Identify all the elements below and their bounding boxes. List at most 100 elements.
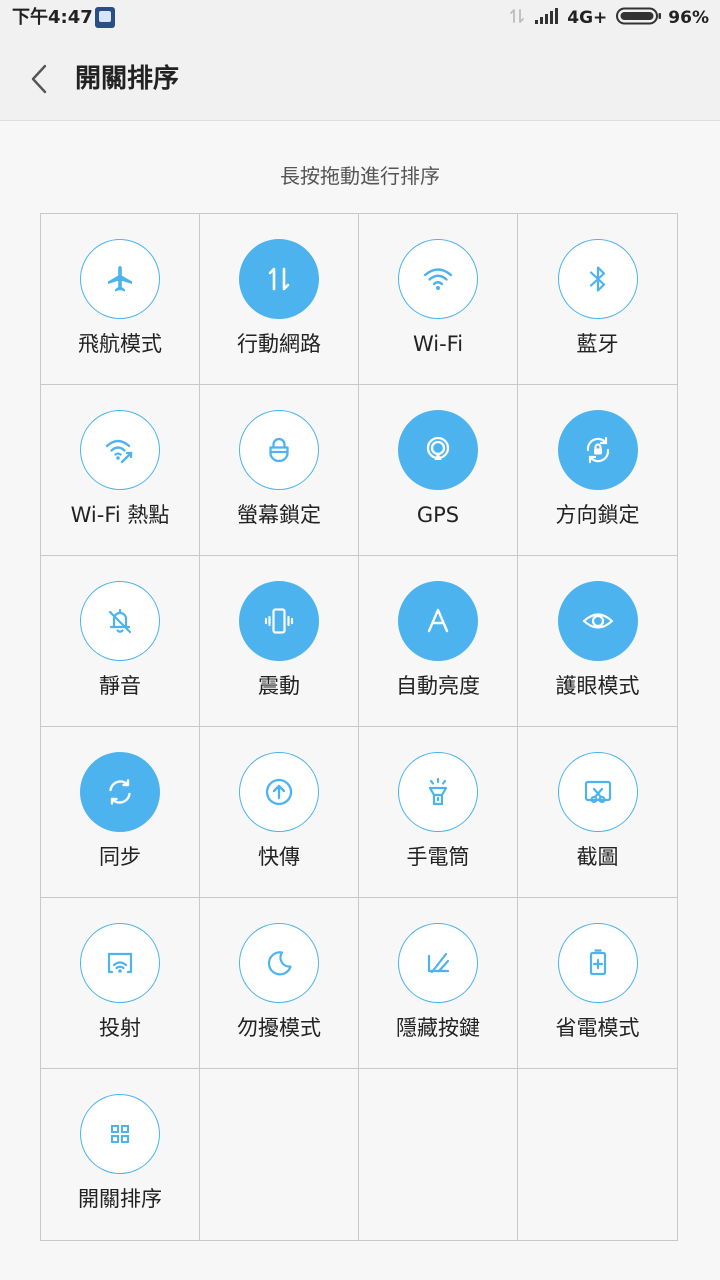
toggle-label: 投射: [99, 1016, 141, 1040]
toggle-silent-button[interactable]: [80, 581, 160, 661]
hide-keys-icon: [427, 952, 450, 974]
page-title: 開關排序: [75, 64, 180, 94]
gps-icon: [426, 436, 450, 460]
toggle-vibrate-button[interactable]: [239, 581, 319, 661]
hotspot-icon: [105, 439, 133, 464]
toggle-gps[interactable]: GPS: [359, 385, 518, 556]
toggle-hotspot-button[interactable]: [80, 410, 160, 490]
toggle-hotspot[interactable]: Wi-Fi 熱點: [41, 385, 200, 556]
network-type: 4G+: [567, 8, 608, 28]
battery-saver-icon: [589, 949, 606, 976]
toggle-label: 行動網路: [237, 332, 321, 356]
toggle-label: 螢幕鎖定: [237, 503, 321, 527]
bluetooth-icon: [589, 266, 605, 292]
toggle-rotation-lock[interactable]: 方向鎖定: [518, 385, 677, 556]
toggle-label: 護眼模式: [555, 674, 640, 698]
toggle-auto-brightness-button[interactable]: [398, 581, 478, 661]
toggle-moon[interactable]: 勿擾模式: [200, 898, 359, 1069]
toggle-grid[interactable]: 開關排序: [41, 1069, 200, 1240]
toggle-sync[interactable]: 同步: [41, 727, 200, 898]
sort-hint: 長按拖動進行排序: [280, 164, 440, 188]
signal-icon: [535, 8, 559, 28]
toggle-auto-brightness[interactable]: 自動亮度: [359, 556, 518, 727]
toggle-label: 飛航模式: [78, 332, 162, 356]
toggle-screenshot[interactable]: 截圖: [518, 727, 677, 898]
auto-brightness-icon: [427, 608, 449, 633]
toggle-battery-saver[interactable]: 省電模式: [518, 898, 677, 1069]
moon-icon: [267, 951, 292, 976]
back-button[interactable]: [24, 60, 54, 98]
mobile-data-icon: [268, 267, 290, 291]
app-header: 開關排序: [0, 38, 720, 121]
status-indicators: 4G+ 96%: [509, 7, 709, 29]
lock-icon: [269, 437, 289, 463]
toggle-rotation-lock-button[interactable]: [557, 410, 638, 490]
toggle-vibrate[interactable]: 震動: [200, 556, 359, 727]
toggle-label: 震動: [258, 674, 300, 698]
toggle-grid: 飛航模式 行動網路 Wi-Fi 藍牙 Wi-Fi 熱點 螢幕鎖定 GPS 方向鎖定靜音 震動 自動…: [40, 213, 678, 1241]
silent-icon: [108, 608, 132, 634]
screenshot-icon: [584, 780, 611, 804]
toggle-label: 方向鎖定: [555, 503, 640, 527]
status-bar: 下午4:47 4G+ 96%: [0, 0, 720, 38]
airplane-icon: [108, 266, 132, 292]
toggle-eye-button[interactable]: [557, 581, 638, 661]
sync-icon: [109, 779, 131, 805]
toggle-hide-keys-button[interactable]: [398, 923, 478, 1003]
toggle-mobile-data[interactable]: 行動網路: [200, 214, 359, 385]
toggle-gps-button[interactable]: [398, 410, 478, 490]
toggle-bluetooth-button[interactable]: [557, 239, 638, 319]
toggle-label: 勿擾模式: [237, 1016, 321, 1040]
empty-slot: [518, 1069, 677, 1240]
flashlight-icon: [428, 777, 448, 806]
toggle-sync-button[interactable]: [80, 752, 160, 832]
toggle-label: 快傳: [258, 845, 300, 869]
data-activity-icon: [509, 8, 525, 28]
toggle-label: 藍牙: [576, 332, 619, 356]
toggle-lock[interactable]: 螢幕鎖定: [200, 385, 359, 556]
toggle-mobile-data-button[interactable]: [239, 239, 319, 319]
cast-icon: [107, 952, 133, 974]
toggle-battery-saver-button[interactable]: [557, 923, 638, 1003]
toggle-cast-button[interactable]: [80, 923, 160, 1003]
toggle-label: 手電筒: [406, 845, 470, 869]
battery-icon: [616, 7, 662, 29]
grid-icon: [111, 1125, 129, 1143]
toggle-eye[interactable]: 護眼模式: [518, 556, 677, 727]
toggle-wifi-button[interactable]: [398, 239, 478, 319]
toggle-quick-transfer-button[interactable]: [239, 752, 319, 832]
empty-slot: [359, 1069, 518, 1240]
battery-percent: 96%: [668, 8, 709, 28]
toggle-label: 同步: [99, 845, 141, 869]
notification-app-icon: [95, 7, 115, 28]
toggle-label: 省電模式: [555, 1016, 640, 1040]
toggle-grid-button[interactable]: [80, 1094, 160, 1174]
toggle-cast[interactable]: 投射: [41, 898, 200, 1069]
toggle-airplane[interactable]: 飛航模式: [41, 214, 200, 385]
toggle-flashlight[interactable]: 手電筒: [359, 727, 518, 898]
chevron-left-icon: [31, 64, 47, 94]
toggle-label: 自動亮度: [396, 674, 480, 698]
toggle-moon-button[interactable]: [239, 923, 319, 1003]
toggle-label: 開關排序: [78, 1187, 162, 1211]
quick-transfer-icon: [265, 778, 293, 806]
toggle-hide-keys[interactable]: 隱藏按鍵: [359, 898, 518, 1069]
toggle-airplane-button[interactable]: [80, 239, 160, 319]
toggle-label: GPS: [416, 503, 460, 527]
empty-slot: [200, 1069, 359, 1240]
eye-icon: [582, 613, 613, 629]
toggle-quick-transfer[interactable]: 快傳: [200, 727, 359, 898]
toggle-label: 隱藏按鍵: [396, 1016, 480, 1040]
toggle-label: 靜音: [99, 674, 141, 698]
toggle-label: 截圖: [576, 845, 619, 869]
toggle-label: Wi-Fi 熱點: [70, 503, 170, 527]
toggle-label: Wi-Fi: [412, 332, 464, 356]
vibrate-icon: [264, 608, 294, 634]
toggle-screenshot-button[interactable]: [557, 752, 638, 832]
toggle-silent[interactable]: 靜音: [41, 556, 200, 727]
toggle-wifi[interactable]: Wi-Fi: [359, 214, 518, 385]
toggle-flashlight-button[interactable]: [398, 752, 478, 832]
toggle-bluetooth[interactable]: 藍牙: [518, 214, 677, 385]
toggle-lock-button[interactable]: [239, 410, 319, 490]
status-time: 下午4:47: [12, 7, 93, 28]
